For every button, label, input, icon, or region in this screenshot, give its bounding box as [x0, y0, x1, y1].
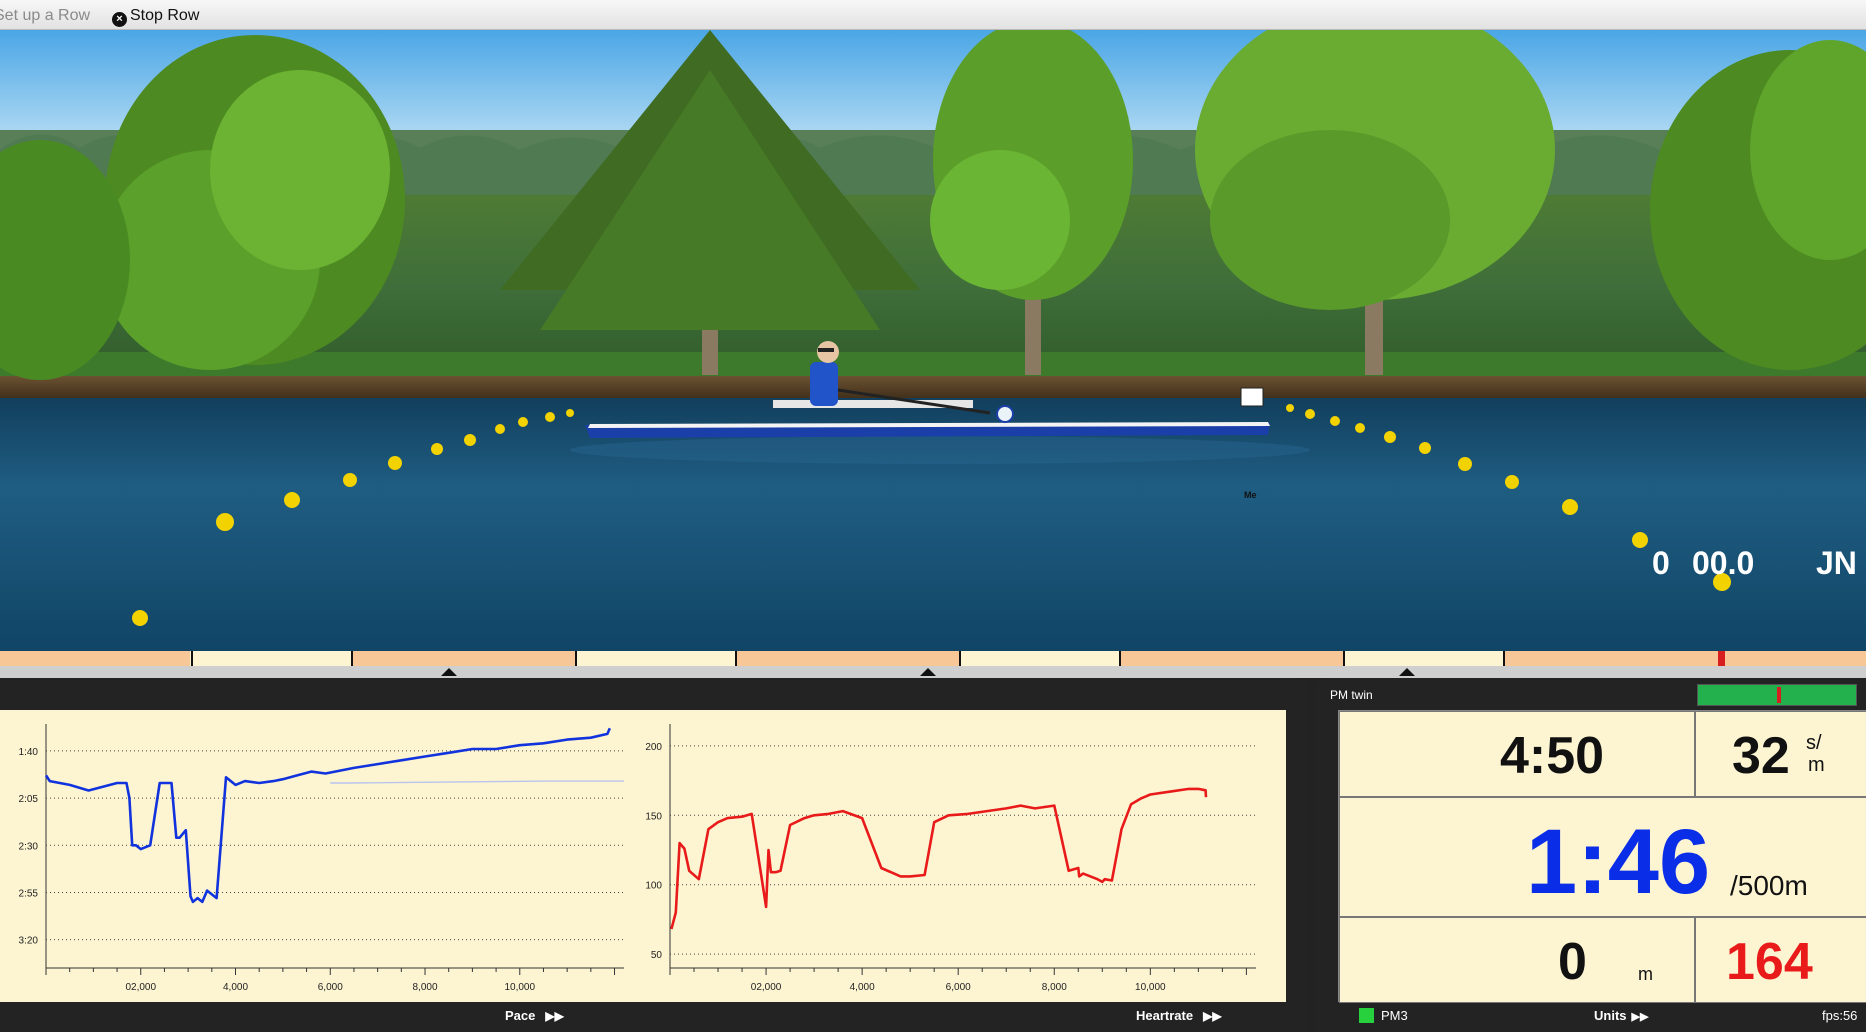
heartrate-footer-label: Heartrate — [1136, 1008, 1194, 1023]
stop-row-button[interactable]: × Stop Row — [112, 7, 199, 27]
pm-title: PM twin — [1330, 688, 1373, 702]
fast-forward-icon: ▶▶ — [1203, 1009, 1222, 1023]
fps-readout: fps:56 — [1822, 1008, 1858, 1023]
progress-tick — [191, 651, 193, 666]
x-tick-label: 10,000 — [504, 982, 535, 993]
stroke-rate-unit-bottom: m — [1808, 754, 1825, 776]
elapsed-time: 4:50 — [1500, 727, 1605, 785]
charts-area: 1:40 2:05 2:30 2:55 3:20 02,000 4,000 6,000 8,00… — [0, 710, 1286, 1002]
close-circle-icon: × — [112, 12, 127, 27]
progress-tick — [575, 651, 577, 666]
overlay-initials: JN — [1816, 545, 1857, 581]
pm-monitor-panel: PM twin 4:50 32 s/ m 1:46 /500m 0 m 164 — [1314, 678, 1866, 1032]
pace-chart-toggle[interactable]: Pace ▶▶ — [505, 1008, 564, 1023]
progress-segment — [1505, 651, 1866, 666]
progress-segment — [0, 651, 190, 666]
x-tick-label: 02,000 — [125, 982, 156, 993]
boat-tag: Me — [1244, 490, 1257, 500]
y-tick-label: 2:30 — [19, 841, 39, 852]
distance-value: 0 — [1558, 933, 1587, 991]
rowing-scene: Me 0 00.0 JN — [0, 30, 1866, 651]
y-tick-label: 1:40 — [19, 747, 39, 758]
connection-status-icon — [1359, 1008, 1374, 1023]
caret-up-icon — [920, 668, 936, 676]
progress-segment — [1121, 651, 1343, 666]
stroke-rate-cell: 32 s/ m — [1695, 711, 1866, 797]
heart-rate-cell: 164 — [1695, 917, 1866, 1003]
heartrate-chart-toggle[interactable]: Heartrate ▶▶ — [1136, 1008, 1222, 1023]
x-tick-label: 4,000 — [223, 982, 248, 993]
progress-tick — [1343, 651, 1345, 666]
pace-unit: /500m — [1730, 870, 1808, 901]
series-line — [670, 787, 1208, 930]
setup-row-label: Set up a Row — [0, 7, 91, 24]
heartrate-chart: 200 150 100 50 02,000 4,000 6,000 8,000 10,000 — [645, 724, 1256, 993]
setup-row-menu[interactable]: Set up a Row — [0, 7, 90, 25]
progress-tick — [959, 651, 961, 666]
units-button[interactable]: Units ▶▶ — [1594, 1008, 1648, 1023]
pm-force-bar — [1697, 684, 1857, 706]
pm-screen: 4:50 32 s/ m 1:46 /500m 0 m 164 — [1338, 710, 1866, 1003]
elapsed-time-cell: 4:50 — [1339, 711, 1695, 797]
units-label: Units — [1594, 1008, 1627, 1023]
stop-row-label: Stop Row — [130, 7, 200, 24]
x-tick-label: 02,000 — [751, 982, 782, 993]
x-tick-label: 6,000 — [318, 982, 343, 993]
pace-chart: 1:40 2:05 2:30 2:55 3:20 02,000 4,000 6,000 8,00… — [19, 724, 624, 993]
menu-bar: Set up a Row × Stop Row — [0, 0, 1866, 30]
distance-cell: 0 m — [1339, 917, 1695, 1003]
distance-unit: m — [1638, 964, 1653, 984]
rower — [810, 362, 838, 406]
pace-footer-label: Pace — [505, 1008, 536, 1023]
pace-value: 1:46 — [1526, 811, 1711, 913]
y-tick-label: 50 — [651, 950, 663, 961]
progress-segment — [737, 651, 959, 666]
charts-panel: 1:40 2:05 2:30 2:55 3:20 02,000 4,000 6,000 8,00… — [0, 678, 1308, 1032]
race-progress-strip — [0, 651, 1866, 666]
reference-line — [330, 780, 624, 784]
pm3-connection: PM3 — [1359, 1008, 1408, 1023]
y-tick-label: 100 — [645, 881, 662, 892]
x-tick-label: 8,000 — [413, 982, 438, 993]
caret-up-icon — [441, 668, 457, 676]
pace-cell: 1:46 /500m — [1339, 797, 1866, 917]
progress-arrows-bar — [0, 666, 1866, 678]
x-tick-label: 10,000 — [1135, 982, 1166, 993]
x-tick-label: 8,000 — [1042, 982, 1067, 993]
y-tick-label: 150 — [645, 811, 662, 822]
pm-force-marker — [1777, 687, 1781, 703]
caret-up-icon — [1399, 668, 1415, 676]
progress-segment — [353, 651, 575, 666]
stroke-rate-unit-top: s/ — [1806, 732, 1822, 754]
rowing-app-window: Set up a Row × Stop Row Me 0 00.0 JN 1:4… — [0, 0, 1866, 1032]
heart-rate-value: 164 — [1726, 933, 1813, 991]
overlay-distance: 0 — [1652, 545, 1670, 581]
fast-forward-icon: ▶▶ — [1631, 1011, 1649, 1023]
pm3-label: PM3 — [1381, 1008, 1408, 1023]
scene-canvas — [0, 30, 1866, 651]
y-tick-label: 2:05 — [19, 794, 39, 805]
overlay-time: 00.0 — [1692, 545, 1755, 581]
y-tick-label: 2:55 — [19, 888, 39, 899]
y-tick-label: 200 — [645, 742, 662, 753]
x-tick-label: 6,000 — [946, 982, 971, 993]
stroke-rate: 32 — [1732, 727, 1790, 785]
position-marker — [1718, 651, 1725, 666]
y-tick-label: 3:20 — [19, 936, 39, 947]
x-tick-label: 4,000 — [850, 982, 875, 993]
series-line — [44, 727, 611, 904]
fast-forward-icon: ▶▶ — [545, 1009, 564, 1023]
